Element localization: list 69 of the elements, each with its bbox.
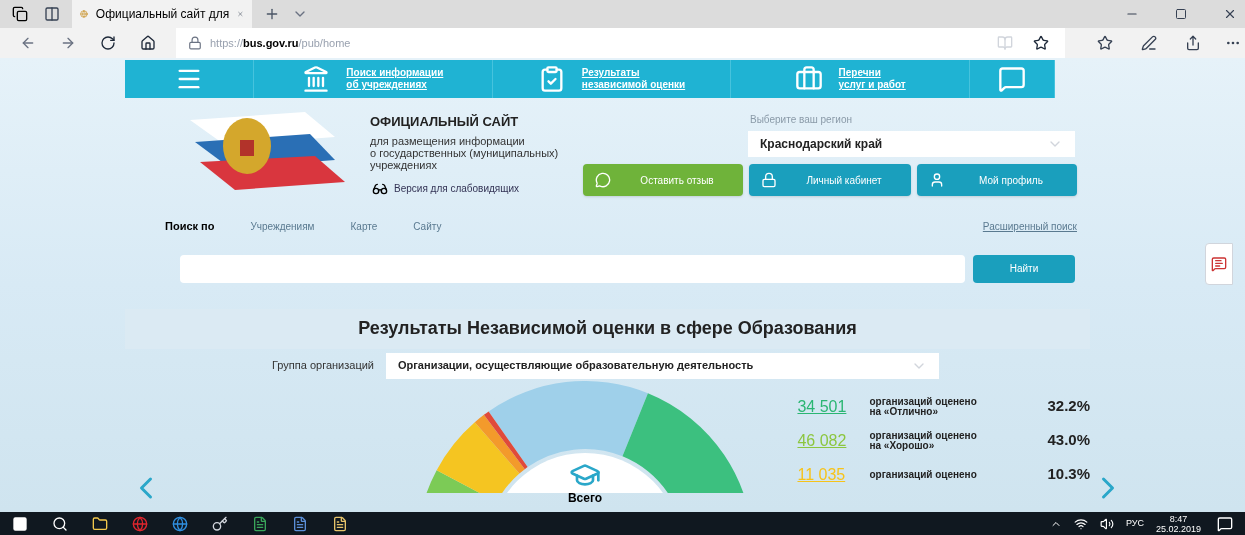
language-indicator[interactable]: РУС	[1125, 516, 1144, 531]
stat-percent: 10.3%	[1047, 464, 1090, 485]
stat-count: 11 035	[797, 464, 847, 485]
action-button[interactable]: Личный кабинет	[749, 164, 911, 196]
chat-icon	[1211, 256, 1227, 272]
stat-label: организаций оценено	[869, 469, 978, 480]
favorite-icon[interactable]	[1033, 35, 1049, 51]
url-text: https://bus.gov.ru/pub/home	[210, 35, 351, 51]
share-icon[interactable]	[1185, 35, 1201, 51]
results-title: Результаты Независимой оценки в сфере Образования	[358, 317, 857, 340]
url-field[interactable]: https://bus.gov.ru/pub/home	[176, 28, 1065, 58]
building-icon	[302, 65, 331, 93]
site-title: ОФИЦИАЛЬНЫЙ САЙТ	[370, 113, 520, 131]
search-icon[interactable]	[52, 515, 68, 532]
nav-link[interactable]: Поиск информации об учреждениях	[346, 67, 444, 91]
user-icon	[929, 172, 945, 188]
nav-link[interactable]: Результаты независимой оценки	[581, 67, 686, 91]
stat-count: 34 501	[797, 396, 848, 417]
back-icon[interactable]	[20, 35, 36, 51]
browser-icon[interactable]	[132, 515, 148, 532]
search-button[interactable]: Найти	[973, 254, 1075, 283]
lock-icon	[761, 172, 777, 188]
network-icon[interactable]	[1073, 516, 1088, 531]
side-widget[interactable]	[1205, 243, 1233, 285]
stat-percent: 43.0%	[1047, 430, 1090, 451]
action-button[interactable]: Мой профиль	[917, 164, 1077, 196]
maximize-icon[interactable]	[1175, 8, 1187, 20]
refresh-icon[interactable]	[100, 35, 116, 51]
favorites-icon[interactable]	[1097, 35, 1113, 51]
search-tab[interactable]: Учреждениям	[250, 218, 315, 234]
close-icon[interactable]	[1223, 7, 1237, 21]
pen-icon[interactable]	[1141, 35, 1157, 51]
region-select[interactable]: Краснодарский край	[748, 131, 1075, 157]
advanced-search-link[interactable]: Расширенный поиск	[982, 218, 1077, 234]
search-field[interactable]	[180, 254, 965, 283]
briefcase-icon	[794, 65, 823, 93]
folder-icon[interactable]	[92, 515, 108, 532]
home-icon[interactable]	[140, 35, 156, 51]
lock-icon	[188, 36, 202, 50]
site-subtitle: для размещения информации о государственных (муниципальных) учреждениях	[370, 134, 560, 171]
browser-tab[interactable]: Официальный сайт для	[72, 0, 252, 28]
clock-date: 25.02.2019	[1155, 523, 1201, 534]
total-label: Всего	[567, 489, 603, 507]
tab-preview-icon[interactable]	[44, 6, 60, 22]
document-icon[interactable]	[292, 515, 308, 532]
file-icon[interactable]	[332, 515, 348, 532]
volume-icon[interactable]	[1099, 516, 1114, 531]
chat-icon	[595, 172, 611, 188]
new-tab-icon[interactable]	[264, 6, 280, 22]
tab-title: Официальный сайт для	[95, 6, 230, 23]
forward-icon[interactable]	[60, 35, 76, 51]
search-tab[interactable]: Карте	[350, 218, 378, 234]
site-icon	[80, 7, 88, 21]
accessibility-link[interactable]: Версия для слабовидящих	[370, 180, 520, 197]
stat-label: организаций оценено на «Хорошо»	[869, 430, 978, 451]
stat-percent: 32.2%	[1047, 396, 1090, 417]
notifications-icon[interactable]	[1217, 515, 1233, 532]
group-select[interactable]: Организации, осуществляющие образовательную деятельность	[386, 352, 939, 379]
group-label: Группа организаций	[272, 358, 374, 374]
nav-link[interactable]: Перечни услуг и работ	[838, 67, 906, 91]
region-label: Выберите ваш регион	[750, 113, 853, 127]
search-label: Поиск по	[165, 219, 215, 234]
tabs-icon[interactable]	[12, 6, 28, 22]
key-icon[interactable]	[212, 515, 228, 532]
stat-label: организаций оценено на «Отлично»	[869, 396, 978, 417]
action-button[interactable]: Оставить отзыв	[583, 164, 743, 196]
search-tab[interactable]: Сайту	[413, 218, 442, 234]
stat-count: 46 082	[797, 430, 848, 451]
clock-time: 8:47	[1169, 513, 1188, 524]
